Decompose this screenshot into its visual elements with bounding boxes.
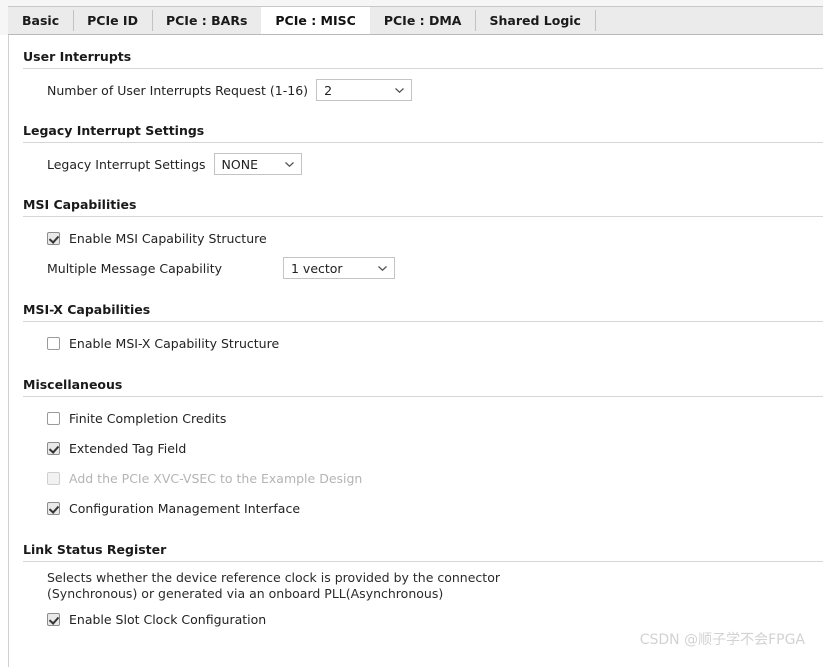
checkbox-row-add-pcie-xvc-vsec: Add the PCIe XVC-VSEC to the Example Des… <box>47 463 823 493</box>
checkbox-row-finite-completion-credits[interactable]: Finite Completion Credits <box>47 403 823 433</box>
chevron-down-icon <box>284 162 294 167</box>
checkbox-label: Enable MSI-X Capability Structure <box>69 335 280 351</box>
tab-label: Shared Logic <box>489 13 581 28</box>
number-of-user-interrupts-select[interactable]: 2 <box>316 79 413 101</box>
select-value: NONE <box>221 156 258 172</box>
field-label: Number of User Interrupts Request (1-16) <box>47 82 309 98</box>
section-miscellaneous: Miscellaneous Finite Completion Credits … <box>9 358 823 523</box>
tab-list: Basic PCIe ID PCIe : BARs PCIe : MISC PC… <box>8 6 823 35</box>
field-label: Legacy Interrupt Settings <box>47 156 206 172</box>
tab-shared-logic[interactable]: Shared Logic <box>475 7 594 34</box>
checkbox-label: Add the PCIe XVC-VSEC to the Example Des… <box>69 470 363 486</box>
add-pcie-xvc-vsec-checkbox <box>47 471 60 485</box>
tab-label: Basic <box>22 13 60 28</box>
checkbox-row-enable-slot-clock-configuration[interactable]: Enable Slot Clock Configuration <box>47 602 823 636</box>
section-title: MSI Capabilities <box>23 197 137 212</box>
section-title: Miscellaneous <box>23 377 123 392</box>
tab-label: PCIe : BARs <box>165 13 248 28</box>
link-status-description: Selects whether the device reference clo… <box>47 570 500 601</box>
section-legacy-interrupt-settings: Legacy Interrupt Settings Legacy Interru… <box>9 105 823 179</box>
select-value: 2 <box>324 82 333 98</box>
tab-label: PCIe : DMA <box>383 13 462 28</box>
tab-strip-filler <box>594 7 609 34</box>
enable-msi-checkbox[interactable] <box>47 231 60 245</box>
section-title: MSI-X Capabilities <box>23 302 151 317</box>
section-user-interrupts: User Interrupts Number of User Interrupt… <box>9 35 823 105</box>
finite-completion-credits-checkbox[interactable] <box>47 411 60 425</box>
tab-pcie-id[interactable]: PCIe ID <box>73 7 152 34</box>
checkbox-label: Extended Tag Field <box>69 440 187 456</box>
section-title: Link Status Register <box>23 542 167 557</box>
checkbox-label: Finite Completion Credits <box>69 410 227 426</box>
checkbox-row-enable-msi[interactable]: Enable MSI Capability Structure <box>47 223 823 253</box>
chevron-down-icon <box>378 266 387 271</box>
tab-pcie-misc[interactable]: PCIe : MISC <box>261 7 370 34</box>
field-label: Multiple Message Capability <box>47 260 223 276</box>
section-link-status-register: Link Status Register Selects whether the… <box>9 523 823 636</box>
tab-pcie-bars[interactable]: PCIe : BARs <box>151 7 261 34</box>
section-title: Legacy Interrupt Settings <box>23 123 205 138</box>
configuration-management-interface-checkbox[interactable] <box>47 501 60 515</box>
checkbox-row-configuration-management-interface[interactable]: Configuration Management Interface <box>47 493 823 523</box>
checkbox-row-extended-tag-field[interactable]: Extended Tag Field <box>47 433 823 463</box>
select-value: 1 vector <box>291 260 343 276</box>
enable-msix-checkbox[interactable] <box>47 336 60 350</box>
field-legacy-interrupt-settings: Legacy Interrupt Settings NONE <box>47 149 823 179</box>
checkbox-label: Configuration Management Interface <box>69 500 301 516</box>
tab-pcie-dma[interactable]: PCIe : DMA <box>370 7 476 34</box>
tab-strip: Basic PCIe ID PCIe : BARs PCIe : MISC PC… <box>0 0 823 35</box>
pcie-misc-panel: User Interrupts Number of User Interrupt… <box>8 35 823 667</box>
checkbox-row-enable-msix[interactable]: Enable MSI-X Capability Structure <box>47 328 823 358</box>
tab-label: PCIe ID <box>87 13 138 28</box>
multiple-message-capability-select[interactable]: 1 vector <box>283 257 395 279</box>
tab-label: PCIe : MISC <box>275 13 356 28</box>
chevron-down-icon <box>395 88 405 93</box>
field-number-of-user-interrupts: Number of User Interrupts Request (1-16)… <box>47 75 823 105</box>
section-title: User Interrupts <box>23 49 132 64</box>
section-msi-capabilities: MSI Capabilities Enable MSI Capability S… <box>9 179 823 283</box>
enable-slot-clock-configuration-checkbox[interactable] <box>47 612 60 626</box>
section-msix-capabilities: MSI-X Capabilities Enable MSI-X Capabili… <box>9 283 823 358</box>
extended-tag-field-checkbox[interactable] <box>47 441 60 455</box>
legacy-interrupt-settings-select[interactable]: NONE <box>213 153 302 175</box>
checkbox-label: Enable Slot Clock Configuration <box>69 611 267 627</box>
field-multiple-message-capability: Multiple Message Capability 1 vector <box>47 253 823 283</box>
tab-basic[interactable]: Basic <box>8 7 73 34</box>
checkbox-label: Enable MSI Capability Structure <box>69 230 267 246</box>
